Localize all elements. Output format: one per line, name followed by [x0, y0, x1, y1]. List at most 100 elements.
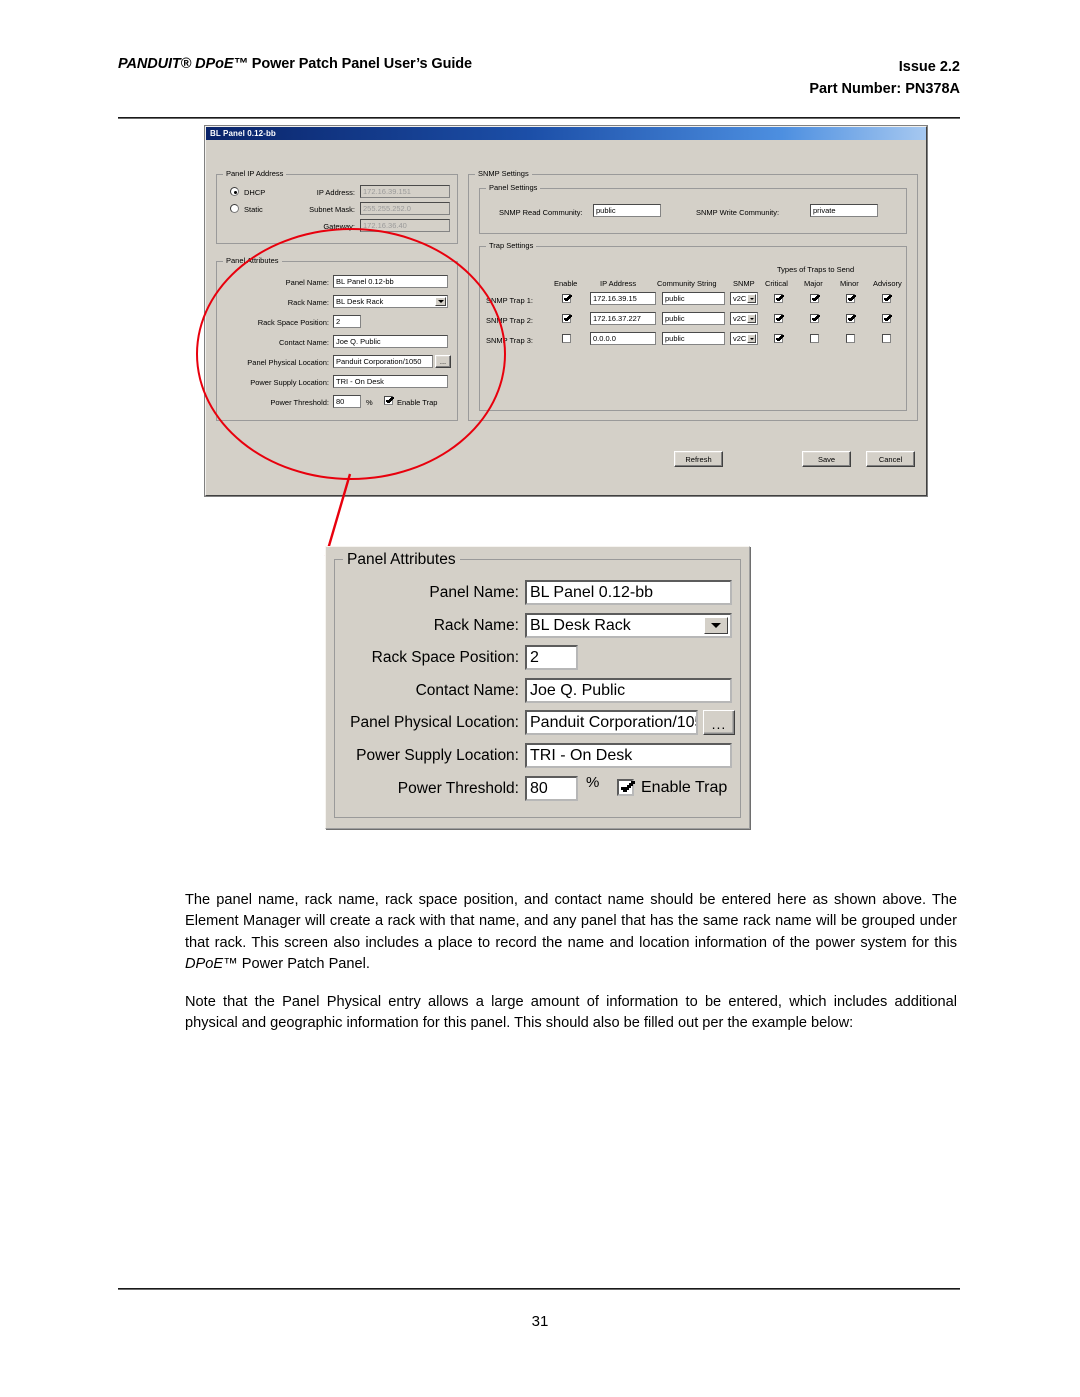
header-title-rest: Power Patch Panel User’s Guide [247, 56, 473, 72]
snmp-write-community-label: SNMP Write Community: [696, 208, 780, 217]
snmp-trap-1-critical-checkbox[interactable] [774, 294, 783, 303]
body-paragraph-2: Note that the Panel Physical entry allow… [185, 993, 957, 1032]
snmp-trap-2-ip-field[interactable]: 172.16.37.227 [590, 312, 656, 325]
panel-ip-address-group-label: Panel IP Address [223, 169, 287, 178]
snmp-settings-group: SNMP Settings Panel Settings SNMP Read C… [468, 169, 918, 421]
snmp-trap-3-minor-checkbox[interactable] [846, 334, 855, 343]
snmp-trap-2-critical-checkbox[interactable] [774, 314, 783, 323]
snmp-trap-1-version-combo[interactable]: v2C [730, 292, 758, 305]
refresh-button[interactable]: Refresh [674, 451, 723, 467]
body-paragraph-1-italic: DPoE™ [185, 956, 238, 973]
magnified-power-threshold-field[interactable]: 80 [525, 776, 578, 801]
rack-space-position-field[interactable]: 2 [333, 315, 361, 328]
header-part-number: Part Number: PN378A [809, 81, 960, 97]
header-issue: Issue 2.2 [898, 59, 960, 75]
snmp-trap-2-version-value: v2C [733, 314, 747, 323]
dhcp-radio[interactable] [230, 187, 239, 196]
snmp-settings-group-label: SNMP Settings [475, 169, 532, 178]
snmp-trap-1-community-field[interactable]: public [662, 292, 725, 305]
contact-name-label: Contact Name: [278, 338, 329, 347]
dialog-title: BL Panel 0.12-bb [210, 129, 276, 138]
chevron-down-icon[interactable] [747, 314, 756, 323]
magnified-enable-trap-label: Enable Trap [641, 779, 728, 796]
dialog-titlebar: BL Panel 0.12-bb [206, 127, 926, 140]
panel-attributes-magnified-label: Panel Attributes [343, 551, 460, 568]
magnified-power-threshold-label: Power Threshold: [397, 780, 519, 797]
panel-physical-location-field[interactable]: Panduit Corporation/1050 [333, 355, 433, 368]
header-meta: Issue 2.2 Part Number: PN378A [809, 56, 960, 100]
magnified-percent-symbol: % [586, 774, 600, 791]
chevron-down-icon[interactable] [704, 617, 728, 634]
column-header-critical: Critical [765, 279, 788, 288]
snmp-trap-1-enable-checkbox[interactable] [562, 294, 571, 303]
snmp-trap-1-ip-field[interactable]: 172.16.39.15 [590, 292, 656, 305]
dhcp-label: DHCP [244, 188, 266, 197]
gateway-field[interactable]: 172.16.36.40 [360, 219, 450, 232]
snmp-trap-3-advisory-checkbox[interactable] [882, 334, 891, 343]
snmp-trap-3-community-field[interactable]: public [662, 332, 725, 345]
column-header-advisory: Advisory [873, 279, 902, 288]
gateway-label: Gateway: [323, 222, 355, 231]
snmp-trap-1-advisory-checkbox[interactable] [882, 294, 891, 303]
static-radio[interactable] [230, 204, 239, 213]
magnified-power-supply-location-label: Power Supply Location: [356, 747, 519, 764]
magnified-panel-name-field[interactable]: BL Panel 0.12-bb [525, 580, 732, 605]
subnet-mask-field[interactable]: 255.255.252.0 [360, 202, 450, 215]
magnified-rack-name-combo[interactable]: BL Desk Rack [525, 613, 732, 638]
static-label: Static [244, 205, 263, 214]
snmp-trap-3-version-combo[interactable]: v2C [730, 332, 758, 345]
chevron-down-icon[interactable] [747, 334, 756, 343]
snmp-trap-3-major-checkbox[interactable] [810, 334, 819, 343]
snmp-trap-2-minor-checkbox[interactable] [846, 314, 855, 323]
snmp-read-community-field[interactable]: public [593, 204, 661, 217]
snmp-trap-2-advisory-checkbox[interactable] [882, 314, 891, 323]
panel-configuration-dialog: BL Panel 0.12-bb Panel IP Address DHCP S… [205, 126, 927, 496]
magnified-contact-name-field[interactable]: Joe Q. Public [525, 678, 732, 703]
contact-name-field[interactable]: Joe Q. Public [333, 335, 448, 348]
trap-settings-group: Trap Settings Types of Traps to Send Ena… [479, 241, 907, 411]
panel-physical-location-browse-button[interactable]: ... [435, 355, 451, 368]
magnified-enable-trap-checkbox[interactable] [617, 779, 634, 796]
snmp-trap-2-label: SNMP Trap 2: [486, 316, 533, 325]
rack-name-label: Rack Name: [287, 298, 329, 307]
snmp-trap-1-major-checkbox[interactable] [810, 294, 819, 303]
snmp-trap-3-enable-checkbox[interactable] [562, 334, 571, 343]
rack-name-combo-value: BL Desk Rack [336, 297, 384, 306]
column-header-community-string: Community String [657, 279, 717, 288]
panel-name-field[interactable]: BL Panel 0.12-bb [333, 275, 448, 288]
snmp-trap-2-major-checkbox[interactable] [810, 314, 819, 323]
ip-address-field[interactable]: 172.16.39.151 [360, 185, 450, 198]
rack-name-combo[interactable]: BL Desk Rack [333, 295, 448, 308]
power-supply-location-field[interactable]: TRI - On Desk [333, 375, 448, 388]
snmp-trap-1-minor-checkbox[interactable] [846, 294, 855, 303]
snmp-write-community-field[interactable]: private [810, 204, 878, 217]
magnified-rack-name-value: BL Desk Rack [530, 617, 631, 634]
power-threshold-field[interactable]: 80 [333, 395, 361, 408]
magnified-rack-name-label: Rack Name: [433, 617, 519, 634]
snmp-trap-3-critical-checkbox[interactable] [774, 334, 783, 343]
column-header-ip-address: IP Address [600, 279, 637, 288]
snmp-trap-3-ip-field[interactable]: 0.0.0.0 [590, 332, 656, 345]
snmp-trap-2-enable-checkbox[interactable] [562, 314, 571, 323]
snmp-panel-settings-group: Panel Settings SNMP Read Community: publ… [479, 183, 907, 234]
panel-attributes-magnified-group: Panel Attributes Panel Name: BL Panel 0.… [334, 551, 741, 818]
types-of-traps-header: Types of Traps to Send [777, 265, 855, 274]
power-threshold-label: Power Threshold: [270, 398, 329, 407]
magnified-panel-name-label: Panel Name: [429, 584, 519, 601]
magnified-rack-space-position-field[interactable]: 2 [525, 645, 578, 670]
save-button[interactable]: Save [802, 451, 851, 467]
chevron-down-icon[interactable] [747, 294, 756, 303]
magnified-browse-button[interactable]: ... [703, 710, 735, 735]
magnified-power-supply-location-field[interactable]: TRI - On Desk [525, 743, 732, 768]
snmp-trap-2-community-field[interactable]: public [662, 312, 725, 325]
snmp-trap-2-version-combo[interactable]: v2C [730, 312, 758, 325]
trap-settings-group-label: Trap Settings [486, 241, 537, 250]
magnified-contact-name-label: Contact Name: [415, 682, 519, 699]
snmp-trap-1-version-value: v2C [733, 294, 747, 303]
cancel-button[interactable]: Cancel [866, 451, 915, 467]
column-header-enable: Enable [554, 279, 578, 288]
chevron-down-icon[interactable] [435, 297, 446, 306]
panel-attributes-magnified-view: Panel Attributes Panel Name: BL Panel 0.… [325, 546, 750, 829]
enable-trap-checkbox[interactable] [384, 396, 393, 405]
magnified-panel-physical-location-field[interactable]: Panduit Corporation/1050 [525, 710, 698, 735]
